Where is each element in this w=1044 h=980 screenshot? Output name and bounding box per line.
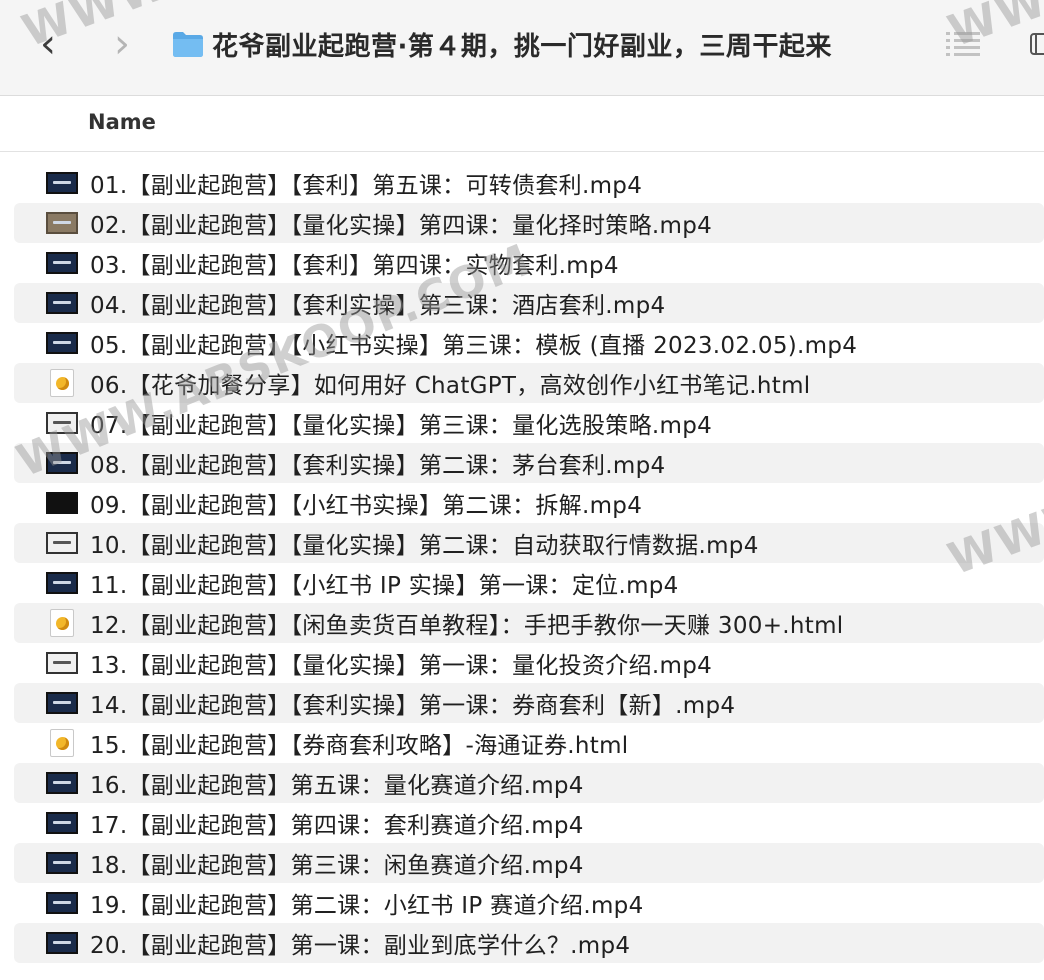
window-title: 花爷副业起跑营·第４期，挑一门好副业，三周干起来 [212, 32, 832, 62]
file-name: 04.【副业起跑营】【套利实操】第三课：酒店套利.mp4 [90, 293, 666, 319]
video-thumbnail-icon [46, 452, 78, 474]
video-thumbnail-icon [46, 812, 78, 834]
video-thumbnail-icon [46, 412, 78, 434]
file-row[interactable]: 08.【副业起跑营】【套利实操】第二课：茅台套利.mp4 [14, 443, 1044, 483]
file-name: 12.【副业起跑营】【闲鱼卖货百单教程】：手把手教你一天赚 300+.html [90, 613, 844, 639]
file-row[interactable]: 13.【副业起跑营】【量化实操】第一课：量化投资介绍.mp4 [14, 643, 1044, 683]
file-row[interactable]: 14.【副业起跑营】【套利实操】第一课：券商套利【新】.mp4 [14, 683, 1044, 723]
file-row[interactable]: 11.【副业起跑营】【小红书 IP 实操】第一课：定位.mp4 [14, 563, 1044, 603]
file-row[interactable]: 10.【副业起跑营】【量化实操】第二课：自动获取行情数据.mp4 [14, 523, 1044, 563]
file-name: 11.【副业起跑营】【小红书 IP 实操】第一课：定位.mp4 [90, 573, 679, 599]
video-thumbnail-icon [46, 852, 78, 874]
file-name: 13.【副业起跑营】【量化实操】第一课：量化投资介绍.mp4 [90, 653, 713, 679]
file-row[interactable]: 01.【副业起跑营】【套利】第五课：可转债套利.mp4 [14, 163, 1044, 203]
html-file-icon [50, 729, 74, 757]
file-name: 08.【副业起跑营】【套利实操】第二课：茅台套利.mp4 [90, 453, 666, 479]
file-name: 10.【副业起跑营】【量化实操】第二课：自动获取行情数据.mp4 [90, 533, 759, 559]
video-thumbnail-icon [46, 532, 78, 554]
file-row[interactable]: 04.【副业起跑营】【套利实操】第三课：酒店套利.mp4 [14, 283, 1044, 323]
file-name: 14.【副业起跑营】【套利实操】第一课：券商套利【新】.mp4 [90, 693, 736, 719]
file-name: 05.【副业起跑营】【小红书实操】第三课：模板 (直播 2023.02.05).… [90, 333, 858, 359]
file-name: 09.【副业起跑营】【小红书实操】第二课：拆解.mp4 [90, 493, 643, 519]
video-thumbnail-icon [46, 212, 78, 234]
file-name: 15.【副业起跑营】【券商套利攻略】-海通证券.html [90, 733, 629, 759]
video-thumbnail-icon [46, 572, 78, 594]
file-row[interactable]: 15.【副业起跑营】【券商套利攻略】-海通证券.html [14, 723, 1044, 763]
file-row[interactable]: 07.【副业起跑营】【量化实操】第三课：量化选股策略.mp4 [14, 403, 1044, 443]
file-name: 01.【副业起跑营】【套利】第五课：可转债套利.mp4 [90, 173, 643, 199]
file-row[interactable]: 20.【副业起跑营】第一课：副业到底学什么？.mp4 [14, 923, 1044, 963]
file-row[interactable]: 06.【花爷加餐分享】如何用好 ChatGPT，高效创作小红书笔记.html [14, 363, 1044, 403]
file-name: 16.【副业起跑营】第五课：量化赛道介绍.mp4 [90, 773, 584, 799]
column-header: Name [0, 96, 1044, 152]
finder-toolbar: ‹ › 花爷副业起跑营·第４期，挑一门好副业，三周干起来 [0, 0, 1044, 96]
video-thumbnail-icon [46, 652, 78, 674]
html-file-icon [50, 609, 74, 637]
file-name: 18.【副业起跑营】第三课：闲鱼赛道介绍.mp4 [90, 853, 584, 879]
file-name: 07.【副业起跑营】【量化实操】第三课：量化选股策略.mp4 [90, 413, 713, 439]
file-name: 17.【副业起跑营】第四课：套利赛道介绍.mp4 [90, 813, 584, 839]
video-thumbnail-icon [46, 252, 78, 274]
video-thumbnail-icon [46, 932, 78, 954]
video-thumbnail-icon [46, 892, 78, 914]
file-row[interactable]: 12.【副业起跑营】【闲鱼卖货百单教程】：手把手教你一天赚 300+.html [14, 603, 1044, 643]
video-thumbnail-icon [46, 772, 78, 794]
video-thumbnail-icon [46, 692, 78, 714]
chevron-right-icon: › [114, 21, 130, 67]
folder-icon [173, 32, 203, 57]
file-name: 06.【花爷加餐分享】如何用好 ChatGPT，高效创作小红书笔记.html [90, 373, 811, 399]
video-thumbnail-icon [46, 292, 78, 314]
file-row[interactable]: 03.【副业起跑营】【套利】第四课：实物套利.mp4 [14, 243, 1044, 283]
file-name: 02.【副业起跑营】【量化实操】第四课：量化择时策略.mp4 [90, 213, 713, 239]
file-name: 19.【副业起跑营】第二课：小红书 IP 赛道介绍.mp4 [90, 893, 644, 919]
chevron-left-icon: ‹ [40, 21, 56, 67]
video-thumbnail-icon [46, 172, 78, 194]
video-thumbnail-icon [46, 492, 78, 514]
file-row[interactable]: 19.【副业起跑营】第二课：小红书 IP 赛道介绍.mp4 [14, 883, 1044, 923]
column-header-name[interactable]: Name [88, 110, 156, 134]
file-row[interactable]: 09.【副业起跑营】【小红书实操】第二课：拆解.mp4 [14, 483, 1044, 523]
forward-button[interactable]: › [102, 22, 142, 66]
file-row[interactable]: 05.【副业起跑营】【小红书实操】第三课：模板 (直播 2023.02.05).… [14, 323, 1044, 363]
sidebar-toggle-icon[interactable] [1024, 30, 1044, 58]
file-name: 03.【副业起跑营】【套利】第四课：实物套利.mp4 [90, 253, 619, 279]
list-view-icon[interactable] [944, 28, 984, 60]
back-button[interactable]: ‹ [28, 22, 68, 66]
html-file-icon [50, 369, 74, 397]
file-row[interactable]: 17.【副业起跑营】第四课：套利赛道介绍.mp4 [14, 803, 1044, 843]
file-row[interactable]: 16.【副业起跑营】第五课：量化赛道介绍.mp4 [14, 763, 1044, 803]
file-name: 20.【副业起跑营】第一课：副业到底学什么？.mp4 [90, 933, 631, 959]
file-row[interactable]: 02.【副业起跑营】【量化实操】第四课：量化择时策略.mp4 [14, 203, 1044, 243]
video-thumbnail-icon [46, 332, 78, 354]
file-row[interactable]: 18.【副业起跑营】第三课：闲鱼赛道介绍.mp4 [14, 843, 1044, 883]
file-list: 01.【副业起跑营】【套利】第五课：可转债套利.mp4 02.【副业起跑营】【量化… [0, 163, 1044, 963]
